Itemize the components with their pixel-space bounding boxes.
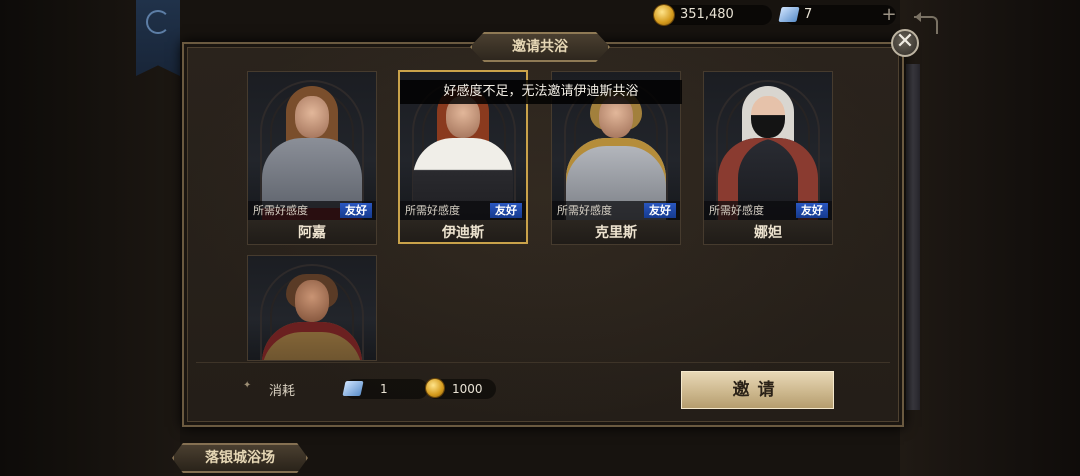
ticket-cost: 1 <box>342 379 428 399</box>
ticket-cost-value: 1 <box>380 382 388 396</box>
requirement-label: 所需好感度 <box>709 204 764 217</box>
dialog-title: 邀请共浴 <box>512 39 568 55</box>
background-pillar <box>906 64 920 410</box>
character-card-nada[interactable]: 所需好感度 友好 娜妲 <box>703 71 833 245</box>
ticket-icon <box>342 381 364 396</box>
character-name: 伊迪斯 <box>400 220 526 242</box>
character-portrait <box>704 72 832 220</box>
gold-coin-icon <box>426 379 444 397</box>
requirement-caption: 所需好感度 友好 <box>400 201 526 220</box>
requirement-caption: 所需好感度 友好 <box>552 201 680 220</box>
background-left <box>0 0 180 476</box>
requirement-label: 所需好感度 <box>253 204 308 217</box>
character-card-aga[interactable]: 所需好感度 友好 阿嘉 <box>247 71 377 245</box>
gold-amount: 351,480 <box>680 7 734 22</box>
banner-emblem-icon <box>146 10 170 34</box>
gold-cost-value: 1000 <box>452 382 483 396</box>
requirement-label: 所需好感度 <box>405 204 460 217</box>
affinity-badge: 友好 <box>644 203 676 218</box>
background-right <box>900 0 1080 476</box>
affinity-badge: 友好 <box>340 203 372 218</box>
gold-coin-icon <box>654 5 674 25</box>
character-name: 娜妲 <box>704 220 832 244</box>
requirement-caption: 所需好感度 友好 <box>248 201 376 220</box>
location-title[interactable]: 落银城浴场 <box>172 443 308 473</box>
requirement-label: 所需好感度 <box>557 204 612 217</box>
cost-label: 消耗 <box>269 384 296 399</box>
add-currency-button[interactable]: + <box>880 6 898 24</box>
sparkle-icon: ✦ <box>243 380 252 391</box>
back-arrow-icon[interactable] <box>914 12 938 34</box>
ticket-icon <box>778 7 800 22</box>
character-portrait <box>248 256 376 360</box>
character-name: 阿嘉 <box>248 220 376 244</box>
character-name: 克里斯 <box>552 220 680 244</box>
character-portrait <box>248 72 376 220</box>
invite-button[interactable]: 邀请 <box>681 371 834 409</box>
affinity-badge: 友好 <box>490 203 522 218</box>
requirement-caption: 所需好感度 友好 <box>704 201 832 220</box>
close-button[interactable]: ✕ <box>891 29 919 57</box>
divider <box>196 362 890 363</box>
character-card-5[interactable] <box>247 255 377 361</box>
ticket-amount: 7 <box>804 7 813 22</box>
gold-counter: 351,480 <box>654 5 772 25</box>
affinity-badge: 友好 <box>796 203 828 218</box>
affinity-tooltip: 好感度不足，无法邀请伊迪斯共浴 <box>400 80 682 104</box>
gold-cost: 1000 <box>426 379 496 399</box>
